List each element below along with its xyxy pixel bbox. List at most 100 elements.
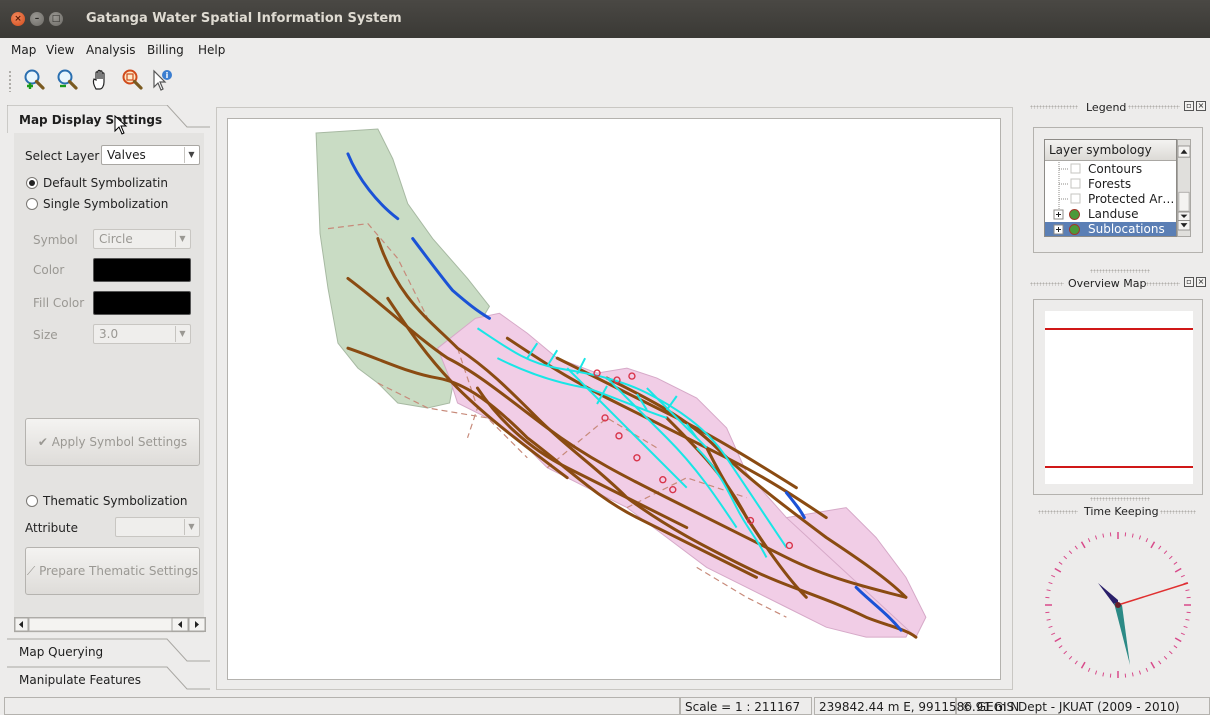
apply-button-label: Apply Symbol Settings — [51, 435, 188, 449]
tab-map-querying[interactable]: Map Querying — [7, 637, 210, 665]
clock-tick — [1185, 589, 1190, 592]
menu-billing[interactable]: Billing — [147, 43, 184, 57]
tab-map-display-settings[interactable]: Map Display Settings — [7, 105, 210, 133]
check-icon: ✔ — [37, 435, 52, 449]
clock-tick — [1180, 574, 1185, 578]
dock-grip[interactable] — [1090, 497, 1150, 501]
zoom-full-icon[interactable] — [120, 68, 144, 92]
clock-tick — [1174, 637, 1182, 643]
default-symbolization-label: Default Symbolizatin — [43, 176, 168, 190]
wand-icon: ⟋ — [26, 564, 40, 578]
pan-hand-icon[interactable] — [89, 68, 113, 92]
zoom-out-icon[interactable] — [55, 68, 79, 92]
clock-tick — [1063, 650, 1068, 655]
symbol-value: Circle — [99, 232, 133, 246]
dock-grip[interactable] — [1030, 282, 1064, 286]
prepare-thematic-settings-button[interactable]: ⟋ Prepare Thematic Settings — [25, 547, 200, 595]
thematic-symbolization-label: Thematic Symbolization — [43, 494, 188, 508]
toolbar-grip[interactable] — [8, 70, 12, 92]
minute-hand — [1114, 603, 1130, 665]
left-panel-horizontal-scrollbar[interactable] — [14, 617, 206, 632]
menu-analysis[interactable]: Analysis — [86, 43, 135, 57]
clock-tick — [1058, 561, 1063, 565]
dock-grip[interactable] — [1128, 105, 1180, 109]
size-spin[interactable]: 3.0 ▼ — [93, 324, 191, 344]
scale-readout: Scale = 1 : 211167 — [680, 697, 812, 715]
attribute-combo[interactable]: ▼ — [115, 517, 200, 537]
clock-tick — [1158, 545, 1162, 550]
thematic-symbolization-radio[interactable] — [26, 495, 38, 507]
float-dock-icon[interactable]: ▫ — [1184, 101, 1194, 111]
clock-tick — [1180, 632, 1185, 636]
clock-tick — [1138, 535, 1142, 540]
close-dock-icon[interactable]: × — [1196, 101, 1206, 111]
clock-tick — [1185, 618, 1190, 621]
fill-color-swatch-button[interactable] — [93, 291, 191, 315]
map-canvas[interactable] — [227, 118, 1001, 680]
single-symbolization-label: Single Symbolization — [43, 197, 169, 211]
legend-item-label: Forests — [1088, 177, 1132, 191]
chevron-down-icon: ▼ — [184, 519, 198, 535]
symbol-combo[interactable]: Circle ▼ — [93, 229, 191, 249]
toolbar: i — [0, 62, 1210, 98]
close-window-button[interactable]: × — [11, 12, 25, 26]
close-dock-icon[interactable]: × — [1196, 277, 1206, 287]
tab-label: Map Querying — [19, 645, 104, 659]
legend-item-label: Landuse — [1088, 207, 1139, 221]
legend-vertical-scrollbar[interactable] — [1177, 139, 1191, 237]
svg-text:i: i — [166, 71, 169, 80]
dock-grip[interactable] — [1146, 282, 1180, 286]
tab-label: Map Display Settings — [19, 113, 163, 127]
select-layer-value: Valves — [107, 148, 146, 162]
clock-tick — [1074, 660, 1078, 665]
clock-tick — [1173, 645, 1178, 649]
color-swatch-button[interactable] — [93, 258, 191, 282]
select-layer-label: Select Layer — [25, 149, 100, 163]
default-symbolization-radio[interactable] — [26, 177, 38, 189]
float-dock-icon[interactable]: ▫ — [1184, 277, 1194, 287]
menu-view[interactable]: View — [46, 43, 74, 57]
status-bar: Scale = 1 : 211167 239842.44 m E, 991158… — [0, 697, 1210, 715]
second-hand — [1117, 582, 1189, 606]
clock-tick — [1150, 661, 1156, 669]
clock-tick — [1163, 550, 1168, 555]
clock-tick — [1094, 670, 1098, 675]
menu-map[interactable]: Map — [11, 43, 36, 57]
dock-grip[interactable] — [1038, 510, 1078, 514]
legend-item-label: Protected Ar… — [1088, 192, 1175, 206]
clock-tick — [1080, 541, 1086, 549]
apply-symbol-settings-button[interactable]: ✔ Apply Symbol Settings — [25, 418, 200, 466]
minimize-window-button[interactable]: – — [30, 12, 44, 26]
dock-grip[interactable] — [1090, 269, 1150, 273]
clock-tick — [1150, 541, 1156, 549]
dock-grip[interactable] — [1030, 105, 1078, 109]
symbol-label: Symbol — [33, 233, 78, 247]
dock-grip[interactable] — [1160, 510, 1196, 514]
clock-tick — [1048, 625, 1053, 629]
color-label: Color — [33, 263, 65, 277]
legend-tree[interactable]: Layer symbology Contours Forests Protect… — [1044, 139, 1177, 237]
clock-tick — [1102, 533, 1105, 538]
legend-title: Legend — [1086, 101, 1127, 114]
clock-tick — [1163, 655, 1168, 660]
single-symbolization-radio[interactable] — [26, 198, 38, 210]
coordinate-readout: 239842.44 m E, 9911586.91 m N — [814, 697, 1019, 715]
overview-map[interactable] — [1045, 311, 1193, 484]
clock-tick — [1145, 667, 1149, 672]
zoom-in-icon[interactable] — [22, 68, 46, 92]
time-keeping-title: Time Keeping — [1084, 505, 1159, 518]
clock-tick — [1168, 555, 1173, 560]
menu-bar: Map View Analysis Billing Help — [0, 38, 1210, 62]
select-layer-combo[interactable]: Valves ▼ — [101, 145, 200, 165]
identify-icon[interactable]: i — [150, 68, 174, 92]
menu-help[interactable]: Help — [198, 43, 225, 57]
maximize-window-button[interactable]: □ — [49, 12, 63, 26]
mouse-cursor-icon — [114, 115, 128, 135]
window-title: Gatanga Water Spatial Information System — [86, 11, 402, 26]
legend-item-label: Sublocations — [1088, 222, 1165, 236]
clock-tick — [1087, 667, 1091, 672]
clock-tick — [1058, 645, 1063, 649]
clock-tick — [1051, 574, 1056, 578]
tab-manipulate-features[interactable]: Manipulate Features — [7, 665, 210, 693]
fill-color-label: Fill Color — [33, 296, 85, 310]
